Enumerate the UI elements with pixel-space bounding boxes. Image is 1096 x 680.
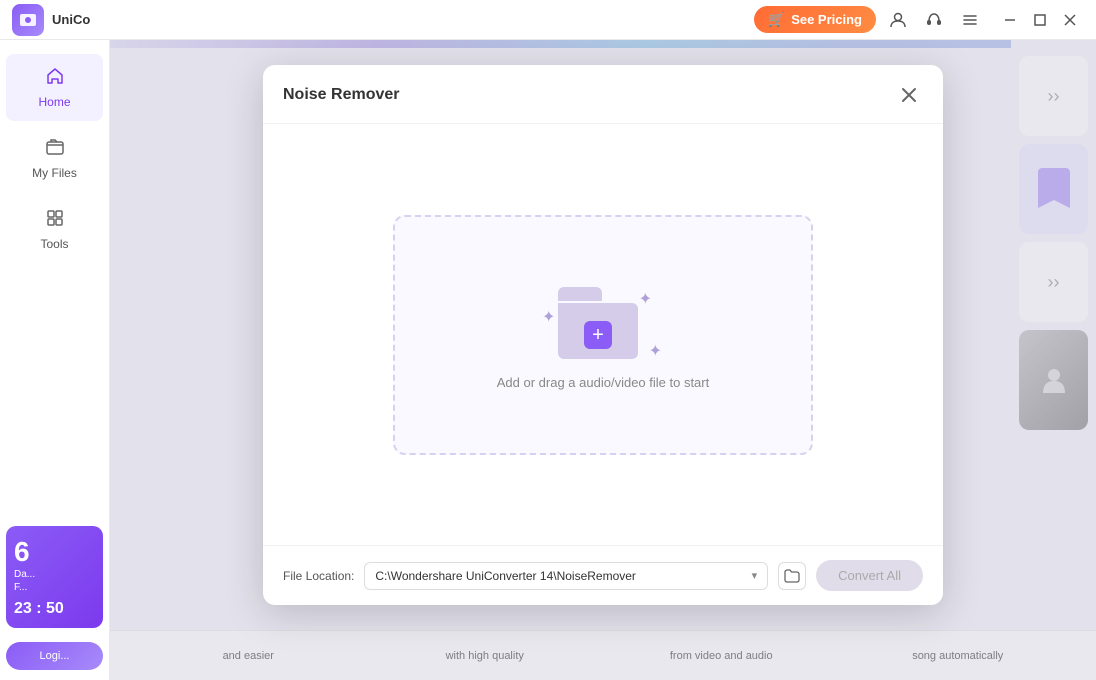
user-icon [889,11,907,29]
modal-title: Noise Remover [283,86,400,104]
noise-remover-modal: Noise Remover [263,65,943,605]
close-button[interactable] [1056,6,1084,34]
dropdown-arrow-icon: ▾ [752,569,758,582]
headset-icon [925,11,943,29]
login-button[interactable]: Logi... [6,642,103,670]
title-bar-controls: 🛒 See Pricing [754,6,1084,34]
sparkle-right-icon: ✦ [639,289,652,309]
file-location-value: C:\Wondershare UniConverter 14\NoiseRemo… [375,569,636,583]
folder-browse-button[interactable] [778,562,806,590]
file-location-label: File Location: [283,569,354,583]
folder-tab [558,287,602,301]
sidebar-home-label: Home [38,95,70,109]
drop-zone-text: Add or drag a audio/video file to start [497,375,709,390]
app-logo [12,4,44,36]
menu-icon [961,11,979,29]
home-icon [45,66,65,91]
sidebar: Home My Files Tools [0,40,110,680]
promo-text-line2: F... [14,581,95,594]
see-pricing-button[interactable]: 🛒 See Pricing [754,6,876,33]
maximize-button[interactable] [1026,6,1054,34]
modal-overlay: Noise Remover [110,40,1096,680]
sidebar-item-home[interactable]: Home [6,54,103,121]
promo-day: 6 [14,536,95,568]
modal-close-icon [901,87,917,103]
sidebar-item-tools[interactable]: Tools [6,196,103,263]
modal-footer: File Location: C:\Wondershare UniConvert… [263,545,943,605]
folder-add-icon: + [584,321,612,349]
minimize-button[interactable] [996,6,1024,34]
convert-all-button[interactable]: Convert All [816,560,923,591]
promo-timer: 23 : 50 [14,600,95,618]
folder-body: + [558,303,638,359]
cart-icon: 🛒 [768,11,785,28]
myfiles-icon [45,137,65,162]
main-content: ›› ›› and easier with high quality from [110,40,1096,680]
plus-symbol: + [592,324,604,347]
app-body: Home My Files Tools [0,40,1096,680]
title-bar: UniCo 🛒 See Pricing [0,0,1096,40]
user-icon-button[interactable] [884,6,912,34]
modal-header: Noise Remover [263,65,943,124]
file-drop-zone[interactable]: + ✦ ✦ ✦ Add or drag a audio/video file t… [393,215,813,455]
app-branding: UniCo [12,4,90,36]
sparkle-br-icon: ✦ [649,341,662,361]
headset-icon-button[interactable] [920,6,948,34]
modal-body: + ✦ ✦ ✦ Add or drag a audio/video file t… [263,124,943,545]
menu-icon-button[interactable] [956,6,984,34]
window-controls [996,6,1084,34]
folder-browse-icon [784,569,800,583]
sidebar-promo: 6 Da... F... 23 : 50 [6,526,103,628]
tools-icon [45,208,65,233]
app-name-label: UniCo [52,12,90,27]
see-pricing-label: See Pricing [791,12,862,27]
folder-icon: + ✦ ✦ ✦ [558,279,648,359]
file-location-input[interactable]: C:\Wondershare UniConverter 14\NoiseRemo… [364,562,768,590]
sidebar-tools-label: Tools [40,237,68,251]
sparkle-left-icon: ✦ [542,307,555,327]
sidebar-item-myfiles[interactable]: My Files [6,125,103,192]
modal-close-button[interactable] [895,81,923,109]
sidebar-myfiles-label: My Files [32,166,77,180]
promo-text-line1: Da... [14,568,95,581]
